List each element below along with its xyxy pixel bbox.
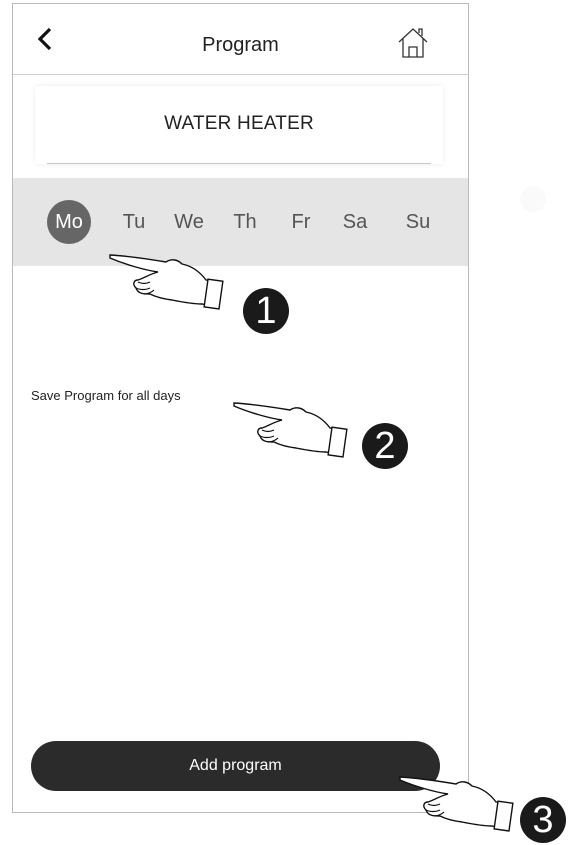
divider — [47, 163, 431, 164]
day-wednesday[interactable]: We — [167, 200, 211, 244]
day-friday[interactable]: Fr — [279, 200, 323, 244]
pointing-hand-icon — [399, 776, 514, 832]
device-name: WATER HEATER — [164, 113, 314, 134]
day-monday[interactable]: Mo — [47, 200, 91, 244]
save-all-days-link[interactable]: Save Program for all days — [31, 388, 181, 403]
step-badge-1: 1 — [243, 288, 289, 334]
top-bar: Program — [13, 4, 468, 75]
home-icon — [398, 28, 428, 58]
day-thursday[interactable]: Th — [223, 200, 267, 244]
step-badge-2: 2 — [362, 423, 408, 469]
step-badge-3: 3 — [520, 797, 566, 843]
add-program-button[interactable]: Add program — [31, 741, 440, 791]
day-tuesday[interactable]: Tu — [112, 200, 156, 244]
device-card: WATER HEATER — [35, 86, 443, 164]
day-sunday[interactable]: Su — [396, 200, 440, 244]
pointing-hand-icon — [233, 402, 348, 458]
day-selector: Mo Tu We Th Fr Sa Su — [13, 178, 468, 266]
pointing-hand-icon — [109, 254, 224, 310]
decorative-dot — [520, 186, 546, 212]
home-button[interactable] — [396, 26, 430, 60]
day-saturday[interactable]: Sa — [333, 200, 377, 244]
